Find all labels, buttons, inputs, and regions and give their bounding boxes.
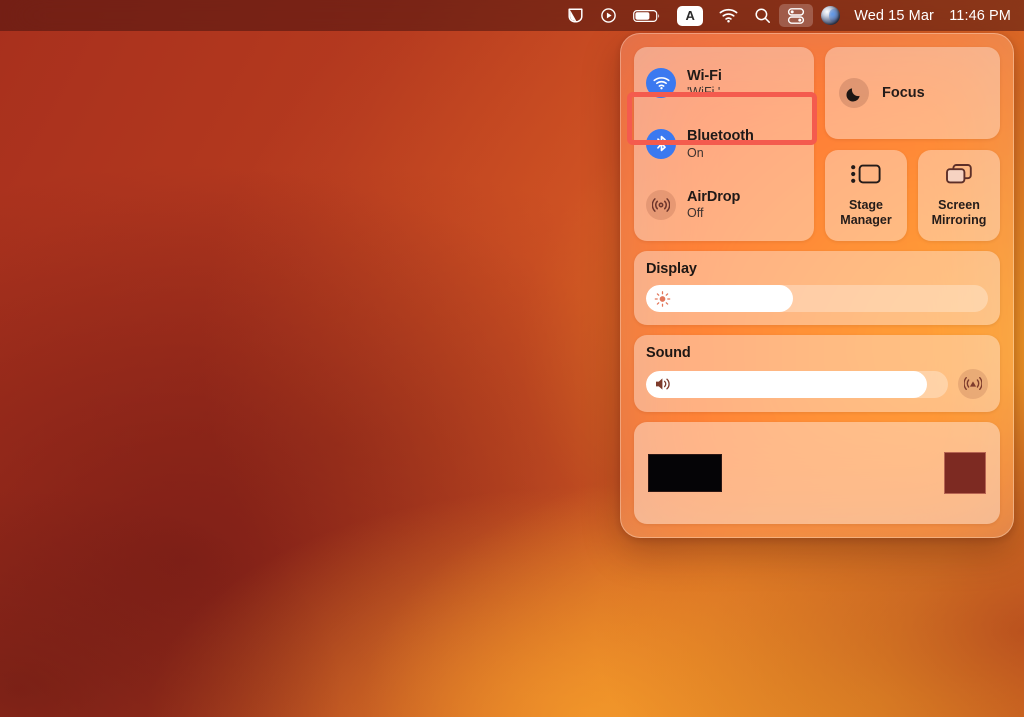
volume-icon <box>654 376 674 392</box>
wifi-network-name: 'WiFi ' <box>687 84 721 99</box>
control-center-right-column: Focus Stage Manager Screen Mirroring <box>825 47 1000 241</box>
control-center-panel: Wi-Fi 'WiFi ' Bluetooth On AirDrop Off F… <box>620 33 1014 538</box>
clock-date: Wed 15 Mar <box>854 7 934 24</box>
siri-icon[interactable] <box>813 4 848 27</box>
bluetooth-icon <box>646 128 676 159</box>
screen-mirroring-tile[interactable]: Screen Mirroring <box>918 150 1000 241</box>
stage-manager-icon <box>850 162 882 191</box>
bluetooth-title: Bluetooth <box>687 128 754 145</box>
stage-manager-tile[interactable]: Stage Manager <box>825 150 907 241</box>
wifi-icon[interactable] <box>711 4 746 27</box>
input-source-letter: A <box>677 5 704 26</box>
airdrop-status: Off <box>687 206 704 221</box>
airdrop-icon <box>646 189 676 220</box>
sound-title: Sound <box>646 345 691 361</box>
control-center-small-tiles: Stage Manager Screen Mirroring <box>825 150 1000 241</box>
screen-record-icon[interactable] <box>592 4 625 27</box>
airplay-button[interactable] <box>958 369 988 399</box>
airdrop-toggle-row[interactable]: AirDrop Off <box>634 181 814 229</box>
wifi-icon <box>646 68 676 99</box>
focus-label: Focus <box>882 85 925 101</box>
airdrop-title: AirDrop <box>687 189 741 206</box>
display-brightness-slider[interactable] <box>646 285 988 312</box>
sound-slider-fill <box>646 370 927 398</box>
display-slider-wrap <box>646 285 988 312</box>
menu-bar: A Wed 15 Mar 11:46 PM <box>0 0 1024 31</box>
screen-mirroring-label-line2: Mirroring <box>931 212 987 227</box>
display-title: Display <box>646 261 697 277</box>
bluetooth-toggle-row[interactable]: Bluetooth On <box>634 120 814 168</box>
sound-module: Sound <box>634 335 1000 412</box>
menu-bar-clock[interactable]: Wed 15 Mar 11:46 PM <box>848 8 1011 24</box>
stage-manager-label-line2: Manager <box>840 212 892 227</box>
moon-icon <box>839 78 869 108</box>
sound-slider-wrap <box>646 369 988 399</box>
siri-orb <box>821 6 841 25</box>
display-module: Display <box>634 251 1000 325</box>
brightness-icon <box>654 290 671 307</box>
battery-icon[interactable] <box>625 4 669 27</box>
stage-manager-label-line1: Stage <box>848 197 884 212</box>
screen-mirroring-icon <box>944 162 974 191</box>
now-playing-thumbnail <box>944 452 986 494</box>
bluetooth-status: On <box>687 145 704 160</box>
stage-manager-label: Stage Manager <box>840 198 891 228</box>
screen-mirroring-label: Screen Mirroring <box>932 198 987 228</box>
control-center-icon[interactable] <box>779 4 814 27</box>
now-playing-module[interactable] <box>634 422 1000 524</box>
focus-tile[interactable]: Focus <box>825 47 1000 139</box>
now-playing-artwork <box>648 454 722 492</box>
wifi-toggle-row[interactable]: Wi-Fi 'WiFi ' <box>634 59 814 107</box>
wifi-title: Wi-Fi <box>687 67 722 84</box>
cleanshot-icon[interactable] <box>559 4 592 27</box>
sound-volume-slider[interactable] <box>646 370 948 398</box>
connectivity-module: Wi-Fi 'WiFi ' Bluetooth On AirDrop Off <box>627 47 817 241</box>
screen-mirroring-label-line1: Screen <box>938 197 980 212</box>
control-center-top-row: Wi-Fi 'WiFi ' Bluetooth On AirDrop Off F… <box>627 47 1000 241</box>
search-icon[interactable] <box>746 4 779 27</box>
input-source-icon[interactable]: A <box>669 4 711 27</box>
desktop-wallpaper: A Wed 15 Mar 11:46 PM Wi-Fi 'WiFi ' Blue… <box>0 0 1024 717</box>
clock-time: 11:46 PM <box>949 7 1011 24</box>
